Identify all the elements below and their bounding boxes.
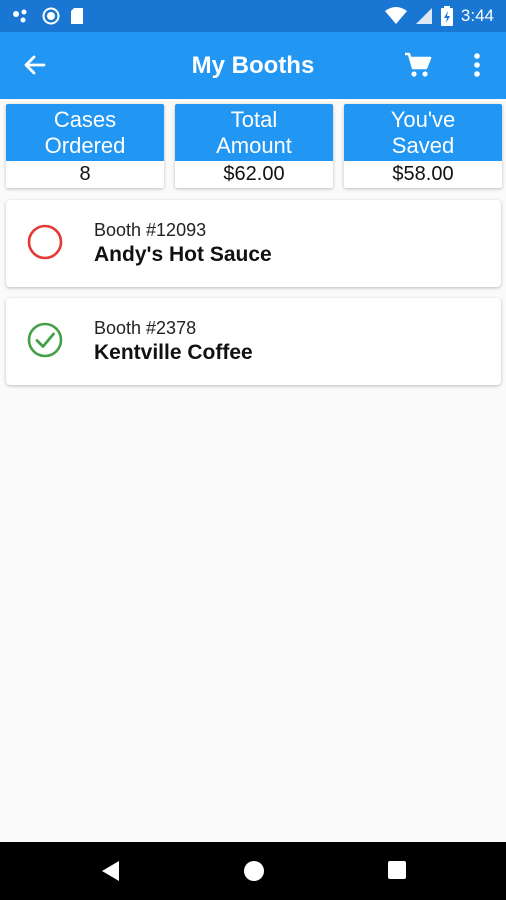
stat-total-amount: Total Amount $62.00: [175, 104, 333, 188]
notification-dots-icon: [13, 9, 27, 23]
stat-value: $58.00: [392, 163, 454, 185]
app-bar: My Booths: [0, 32, 506, 99]
booth-card[interactable]: Booth #2378 Kentville Coffee: [6, 298, 501, 385]
signal-icon: [415, 8, 432, 24]
stats-summary: Cases Ordered 8 Total Amount $62.00 You'…: [0, 99, 506, 194]
back-triangle-icon[interactable]: [101, 860, 121, 882]
stat-value: $62.00: [223, 163, 285, 185]
booth-number: Booth #12093: [94, 220, 207, 240]
status-time: 3:44: [460, 6, 494, 25]
stat-label: You've Saved: [344, 104, 502, 161]
stat-label: Total Amount: [175, 104, 333, 161]
system-nav-bar: [0, 842, 506, 900]
booth-card[interactable]: Booth #12093 Andy's Hot Sauce: [6, 200, 501, 287]
back-arrow-icon[interactable]: [20, 50, 50, 80]
booth-name: Andy's Hot Sauce: [94, 243, 272, 266]
sd-card-icon: [71, 8, 83, 24]
cart-icon[interactable]: [403, 50, 433, 80]
status-bar: 3:44: [0, 0, 506, 32]
stat-cases-ordered: Cases Ordered 8: [6, 104, 164, 188]
circle-outline-icon: [27, 224, 63, 260]
sync-icon: [42, 7, 60, 25]
wifi-icon: [384, 7, 407, 24]
stat-you-saved: You've Saved $58.00: [344, 104, 502, 188]
stat-label: Cases Ordered: [6, 104, 164, 161]
recents-square-icon[interactable]: [387, 860, 407, 880]
check-circle-icon: [27, 322, 63, 358]
booth-number: Booth #2378: [94, 318, 197, 338]
more-vert-icon[interactable]: [466, 50, 488, 80]
battery-icon: [440, 6, 453, 26]
home-circle-icon[interactable]: [243, 860, 265, 882]
stat-value: 8: [79, 163, 91, 185]
booth-name: Kentville Coffee: [94, 341, 253, 364]
